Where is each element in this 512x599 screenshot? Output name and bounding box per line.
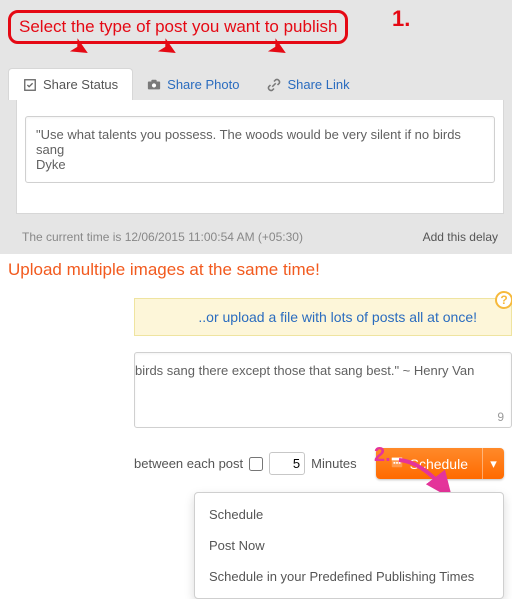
- tab-share-link[interactable]: Share Link: [253, 69, 363, 100]
- schedule-options-row: between each post Minutes Schedule ▾: [134, 448, 512, 479]
- menu-item-schedule[interactable]: Schedule: [195, 499, 503, 530]
- interval-value-input[interactable]: [269, 452, 305, 475]
- tutorial-marker-1: 1.: [392, 6, 410, 32]
- delay-row: The current time is 12/06/2015 11:00:54 …: [8, 222, 512, 254]
- schedule-dropdown-toggle[interactable]: ▾: [482, 448, 504, 479]
- between-each-post-label: between each post: [134, 456, 243, 471]
- composer-panel: Select the type of post you want to publ…: [0, 0, 512, 254]
- post-type-tabs: Share Status Share Photo Share Link: [8, 68, 512, 100]
- add-delay-link[interactable]: Add this delay: [423, 230, 498, 244]
- tab-share-photo[interactable]: Share Photo: [133, 69, 253, 100]
- status-editor: "Use what talents you possess. The woods…: [16, 100, 504, 214]
- pencil-icon: [23, 78, 37, 92]
- menu-item-predefined-times[interactable]: Schedule in your Predefined Publishing T…: [195, 561, 503, 592]
- interval-units-label: Minutes: [311, 456, 357, 471]
- calendar-icon: [390, 455, 404, 472]
- schedule-dropdown-menu: Schedule Post Now Schedule in your Prede…: [194, 492, 504, 599]
- help-icon[interactable]: ?: [495, 291, 512, 309]
- schedule-button-label: Schedule: [410, 456, 468, 472]
- file-upload-hint-bar: ..or upload a file with lots of posts al…: [134, 298, 512, 336]
- tutorial-callout: Select the type of post you want to publ…: [8, 10, 348, 44]
- bulk-post-textarea[interactable]: birds sang there except those that sang …: [134, 352, 512, 428]
- upload-multiple-banner: Upload multiple images at the same time!: [0, 254, 512, 300]
- schedule-button-group: Schedule ▾: [376, 448, 504, 479]
- interval-checkbox[interactable]: [249, 457, 263, 471]
- character-count: 9: [497, 410, 504, 424]
- tab-label: Share Photo: [167, 77, 239, 92]
- camera-icon: [147, 78, 161, 92]
- link-icon: [267, 78, 281, 92]
- current-time-label: The current time is 12/06/2015 11:00:54 …: [22, 230, 303, 244]
- tab-label: Share Status: [43, 77, 118, 92]
- tutorial-marker-2: 2.: [374, 444, 391, 467]
- status-textarea[interactable]: "Use what talents you possess. The woods…: [25, 116, 495, 183]
- schedule-button[interactable]: Schedule: [376, 448, 482, 479]
- menu-item-post-now[interactable]: Post Now: [195, 530, 503, 561]
- chevron-down-icon: ▾: [490, 456, 497, 472]
- file-upload-hint-text[interactable]: ..or upload a file with lots of posts al…: [198, 309, 477, 325]
- bulk-upload-panel: ..or upload a file with lots of posts al…: [134, 298, 512, 479]
- tab-label: Share Link: [287, 77, 349, 92]
- tab-share-status[interactable]: Share Status: [8, 68, 133, 100]
